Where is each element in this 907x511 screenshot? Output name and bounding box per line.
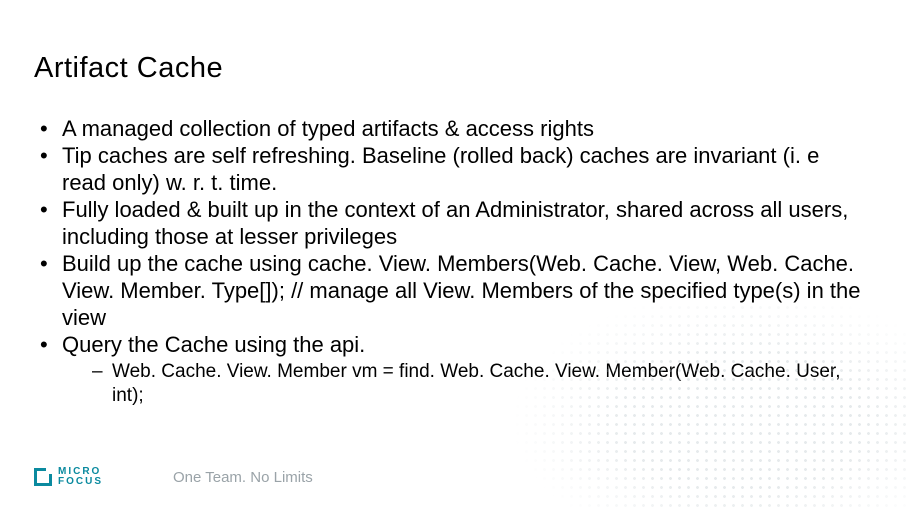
logo-line-2: FOCUS [58,477,103,487]
sub-bullet-list: Web. Cache. View. Member vm = find. Web.… [62,360,867,408]
bullet-text: A managed collection of typed artifacts … [62,116,594,141]
footer: MICRO FOCUS One Team. No Limits [34,467,313,487]
list-item: A managed collection of typed artifacts … [34,115,867,142]
list-item: Fully loaded & built up in the context o… [34,196,867,250]
slide: Artifact Cache A managed collection of t… [0,0,907,511]
logo-text: MICRO FOCUS [58,467,103,487]
list-item: Tip caches are self refreshing. Baseline… [34,142,867,196]
bullet-text: Tip caches are self refreshing. Baseline… [62,143,819,195]
slide-content: A managed collection of typed artifacts … [34,115,867,408]
slide-title: Artifact Cache [34,52,223,85]
list-item: Query the Cache using the api. Web. Cach… [34,331,867,408]
logo-icon [34,468,52,486]
bullet-text: Build up the cache using cache. View. Me… [62,251,861,330]
bullet-list: A managed collection of typed artifacts … [34,115,867,408]
sub-bullet-text: Web. Cache. View. Member vm = find. Web.… [112,361,840,406]
footer-tagline: One Team. No Limits [173,469,313,486]
bullet-text: Query the Cache using the api. [62,332,365,357]
micro-focus-logo: MICRO FOCUS [34,467,103,487]
list-item: Build up the cache using cache. View. Me… [34,250,867,331]
sub-list-item: Web. Cache. View. Member vm = find. Web.… [90,360,867,408]
bullet-text: Fully loaded & built up in the context o… [62,197,848,249]
